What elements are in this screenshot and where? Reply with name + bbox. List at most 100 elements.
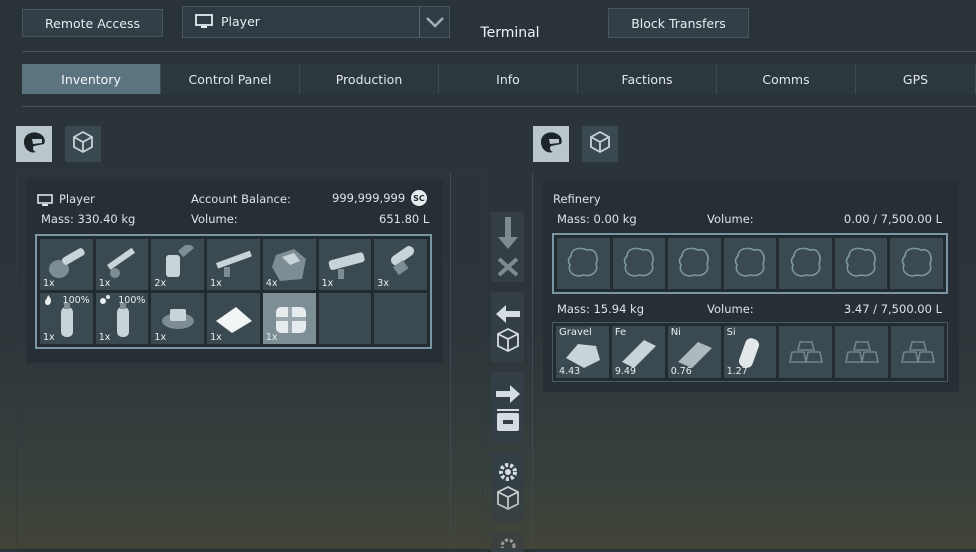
grid-selector-dropdown[interactable]: Player: [182, 6, 450, 38]
transfer-down-disabled-button[interactable]: [491, 212, 524, 282]
fill-percentage: 100%: [62, 295, 90, 306]
page-title: Terminal: [480, 25, 540, 41]
empty-inventory-slot[interactable]: [374, 293, 427, 344]
empty-ingot-slot[interactable]: [835, 326, 889, 378]
inventory-slot[interactable]: 3x: [374, 239, 427, 290]
ingot-output-grid: Gravel 4.43 Fe 9.49 Ni 0.76 Si 1.27: [552, 322, 948, 382]
ore-input-slot[interactable]: [668, 238, 721, 289]
input-volume-label: Volume:: [707, 212, 754, 226]
inventory-slot[interactable]: 1x: [207, 239, 260, 290]
tab-inventory[interactable]: Inventory: [22, 64, 161, 94]
inventory-slot[interactable]: 1x: [151, 293, 205, 344]
inventory-slot[interactable]: 100% 1x: [40, 293, 93, 344]
arrow-down-x-icon: [495, 213, 521, 281]
tab-bar: Inventory Control Panel Production Info Fact…: [22, 64, 976, 94]
refinery-panel: Refinery Mass: 0.00 kg Volume: 0.00 / 7,…: [543, 180, 959, 392]
ingot-placeholder-icon: [898, 338, 938, 372]
chevron-down-icon[interactable]: [424, 13, 446, 34]
item-count: 2x: [154, 278, 167, 289]
cube-icon: [71, 130, 95, 158]
tab-production[interactable]: Production: [300, 64, 439, 94]
grid-selector-value: Player: [221, 14, 260, 29]
item-count: 3x: [377, 278, 389, 289]
item-count: 4x: [265, 278, 278, 289]
item-count: 1x: [321, 278, 334, 289]
ore-silhouette-icon: [674, 244, 714, 284]
element-symbol: Si: [726, 327, 736, 338]
inventory-slot[interactable]: 4x: [262, 239, 316, 290]
account-balance-value: 999,999,999: [332, 191, 406, 205]
ingot-amount: 9.49: [614, 366, 636, 377]
ore-silhouette-icon: [619, 244, 659, 284]
block-transfers-button[interactable]: Block Transfers: [608, 8, 749, 38]
monitor-icon: [195, 14, 213, 32]
element-symbol: Gravel: [559, 327, 592, 338]
ore-input-slot[interactable]: [612, 238, 666, 289]
inventory-slot[interactable]: 1x: [318, 239, 372, 290]
space-credit-currency-icon: SC: [411, 190, 427, 206]
grid-inventory-button-right[interactable]: [582, 126, 618, 162]
output-volume-label: Volume:: [707, 302, 754, 316]
inventory-slot[interactable]: 2x: [151, 239, 205, 290]
inventory-volume: 651.80 L: [379, 212, 430, 226]
element-symbol: Fe: [614, 327, 627, 338]
inventory-slot[interactable]: 1x: [40, 239, 93, 290]
input-mass: Mass: 0.00 kg: [557, 212, 637, 226]
arrow-left-cube-icon: [494, 293, 522, 361]
ore-input-slot[interactable]: [890, 238, 943, 289]
ingot-placeholder-icon: [786, 338, 826, 372]
item-count: 1x: [154, 332, 167, 343]
empty-inventory-slot[interactable]: [318, 293, 372, 344]
output-mass: Mass: 15.94 kg: [557, 302, 645, 316]
volume-label: Volume:: [191, 212, 238, 226]
character-inventory-button[interactable]: [16, 126, 52, 162]
ingot-slot[interactable]: Fe 9.49: [611, 326, 665, 378]
fill-percentage: 100%: [118, 295, 146, 306]
inventory-slot[interactable]: 1x: [262, 293, 316, 344]
remote-access-button[interactable]: Remote Access: [22, 9, 163, 37]
item-count: 1x: [43, 332, 55, 343]
grid-inventory-button[interactable]: [65, 126, 101, 162]
ingot-placeholder-icon: [842, 338, 882, 372]
cube-icon: [588, 130, 612, 158]
ore-silhouette-icon: [897, 244, 937, 284]
tab-factions[interactable]: Factions: [578, 64, 717, 94]
tab-comms[interactable]: Comms: [717, 64, 856, 94]
ingot-amount: 1.27: [726, 366, 748, 377]
ore-input-slot[interactable]: [779, 238, 832, 289]
character-inventory-button-right[interactable]: [533, 126, 569, 162]
empty-ingot-slot[interactable]: [779, 326, 833, 378]
output-volume: 3.47 / 7,500.00 L: [843, 302, 942, 316]
inventory-owner: Player: [59, 192, 95, 206]
transfer-to-right-button[interactable]: [491, 372, 524, 442]
empty-ingot-slot[interactable]: [891, 326, 944, 378]
inventory-slot[interactable]: 1x: [95, 239, 149, 290]
ingot-slot[interactable]: Si 1.27: [723, 326, 777, 378]
item-count: 1x: [265, 332, 278, 343]
flame-icon: [43, 294, 53, 309]
arrow-right-container-icon: [494, 373, 522, 441]
ore-input-slot[interactable]: [723, 238, 777, 289]
inventory-slot[interactable]: 100% 1x: [95, 293, 149, 344]
tab-info[interactable]: Info: [439, 64, 578, 94]
ore-input-slot[interactable]: [834, 238, 888, 289]
ingot-slot[interactable]: Gravel 4.43: [556, 326, 609, 378]
item-count: 1x: [98, 332, 111, 343]
ingot-amount: 4.43: [559, 366, 581, 377]
monitor-icon: [37, 192, 53, 211]
ore-silhouette-icon: [730, 244, 770, 284]
tab-gps[interactable]: GPS: [856, 64, 976, 94]
transfer-to-left-button[interactable]: [491, 292, 524, 362]
inventory-slot[interactable]: 1x: [207, 293, 260, 344]
ingot-slot[interactable]: Ni 0.76: [667, 326, 721, 378]
bubbles-icon: [99, 294, 111, 309]
tab-control-panel[interactable]: Control Panel: [161, 64, 300, 94]
item-count: 1x: [210, 332, 222, 343]
player-inventory-panel: Player Account Balance: 999,999,999 SC M…: [26, 180, 443, 363]
background-scenery: [0, 478, 976, 549]
helmet-icon: [537, 128, 565, 160]
account-balance-label: Account Balance:: [191, 192, 291, 206]
ore-silhouette-icon: [841, 244, 881, 284]
ore-input-slot[interactable]: [557, 238, 610, 289]
inventory-grid: 1x 1x 2x 1x 4x 1x 3x 100% 1x 100% 1x 1x 1x 1x: [35, 234, 432, 349]
